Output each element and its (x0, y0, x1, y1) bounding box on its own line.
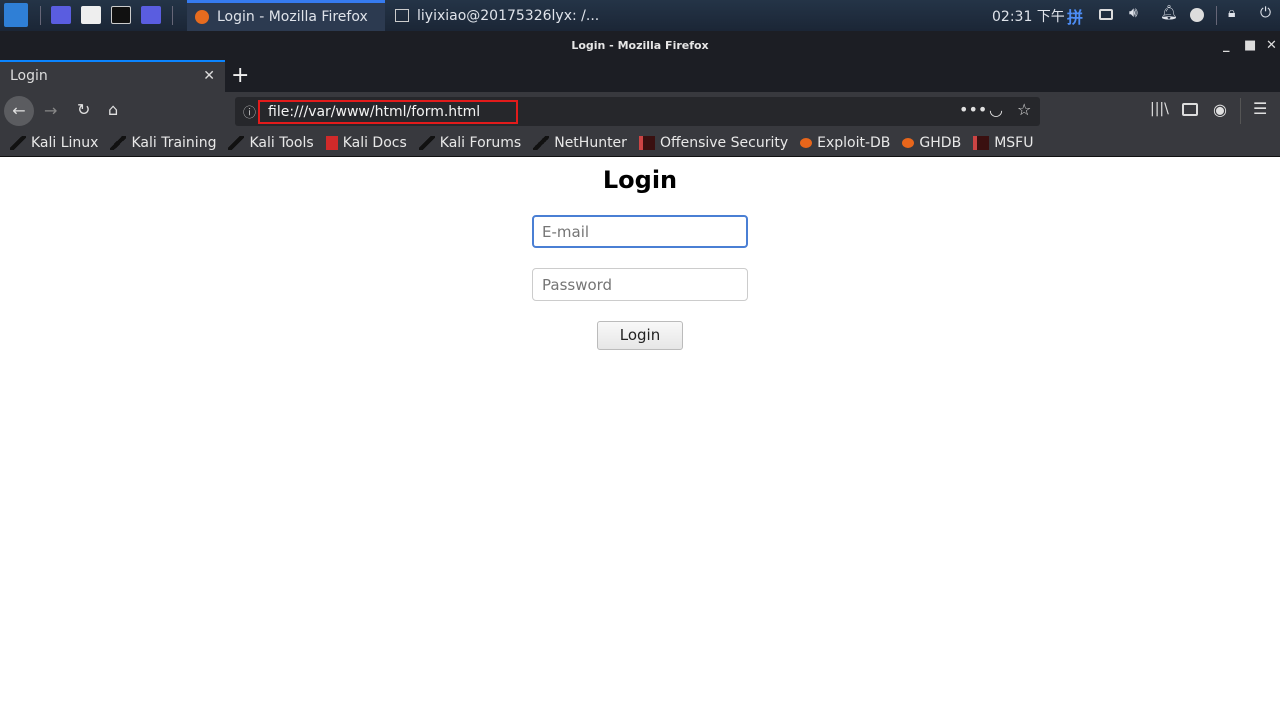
reload-button[interactable]: ↻ (77, 100, 90, 119)
page-content: Login Login (0, 158, 1280, 720)
bookmark-kali-linux[interactable]: Kali Linux (10, 135, 98, 151)
kali-menu-icon[interactable] (4, 3, 28, 27)
new-tab-button[interactable]: + (231, 63, 249, 88)
info-icon[interactable]: ⓘ (243, 102, 256, 121)
bookmark-nethunter[interactable]: NetHunter (533, 135, 627, 151)
volume-icon[interactable]: 🔊︎ (1129, 5, 1138, 21)
exploit-db-icon (800, 138, 813, 148)
tab-strip: Login ✕ + (0, 60, 1280, 92)
power-manager-icon[interactable] (1190, 8, 1204, 22)
input-method-icon[interactable]: 拼 (1067, 4, 1083, 28)
minimize-button[interactable]: _ (1223, 31, 1230, 60)
page-title: Login (602, 166, 678, 194)
bookmark-kali-tools[interactable]: Kali Tools (228, 135, 314, 151)
bookmark-kali-forums[interactable]: Kali Forums (418, 135, 522, 151)
bookmark-kali-training[interactable]: Kali Training (110, 135, 216, 151)
window-titlebar: Login - Mozilla Firefox _ ■ ✕ (0, 31, 1280, 60)
logout-icon[interactable]: ⏻ (1260, 5, 1271, 21)
close-tab-icon[interactable]: ✕ (203, 68, 215, 84)
lock-icon[interactable]: 🔒︎ (1228, 5, 1235, 21)
task-firefox[interactable]: Login - Mozilla Firefox (187, 0, 385, 31)
notification-bell-icon[interactable]: 🔔︎ (1160, 5, 1178, 21)
task-label: Login - Mozilla Firefox (217, 9, 368, 25)
bookmark-label: Kali Tools (249, 135, 314, 151)
bookmark-label: MSFU (994, 135, 1034, 151)
password-input[interactable] (532, 268, 748, 301)
file-manager-icon[interactable] (81, 6, 101, 24)
offsec-icon (638, 136, 655, 150)
email-input[interactable] (532, 215, 748, 248)
separator (40, 6, 41, 25)
sidebar-icon[interactable] (1182, 103, 1198, 116)
pocket-icon[interactable]: ◡ (989, 100, 1003, 119)
kali-dragon-icon (228, 136, 245, 150)
bookmark-star-icon[interactable]: ☆ (1017, 100, 1031, 119)
bookmark-label: Kali Training (131, 135, 217, 151)
account-icon[interactable]: ◉ (1213, 100, 1227, 119)
separator (1240, 98, 1241, 124)
ghdb-icon (902, 138, 915, 148)
task-label: liyixiao@20175326lyx: /... (417, 7, 600, 24)
window-title: Login - Mozilla Firefox (571, 39, 709, 52)
task-terminal[interactable]: liyixiao@20175326lyx: /... (387, 0, 607, 31)
nav-toolbar: ← → ↻ ⌂ ⓘ ••• ◡ ☆ file:///var/www/html/f… (0, 92, 1280, 130)
bookmark-offensive-security[interactable]: Offensive Security (638, 135, 789, 151)
maximize-button[interactable]: ■ (1244, 31, 1256, 60)
bookmark-label: NetHunter (554, 135, 627, 151)
display-icon[interactable] (1099, 9, 1113, 20)
kali-dragon-icon (533, 136, 550, 150)
bookmark-label: Exploit-DB (817, 135, 891, 151)
login-button[interactable]: Login (597, 321, 683, 350)
bookmark-label: Offensive Security (659, 135, 789, 151)
home-button[interactable]: ⌂ (108, 100, 118, 119)
bookmark-exploit-db[interactable]: Exploit-DB (800, 135, 890, 151)
bookmark-label: Kali Forums (439, 135, 522, 151)
docs-icon (325, 136, 338, 150)
separator (172, 6, 173, 25)
show-desktop-icon[interactable] (51, 6, 71, 24)
bookmark-label: Kali Linux (31, 135, 99, 151)
terminal-icon (395, 9, 409, 22)
tab-label: Login (10, 68, 48, 84)
library-icon[interactable]: |||\ (1150, 101, 1169, 117)
bookmark-ghdb[interactable]: GHDB (902, 135, 961, 151)
tab-login[interactable]: Login ✕ (0, 60, 225, 92)
back-button[interactable]: ← (4, 96, 34, 126)
kali-dragon-icon (418, 136, 435, 150)
separator (1216, 6, 1217, 25)
bookmarks-toolbar: Kali Linux Kali Training Kali Tools Kali… (0, 130, 1280, 157)
bookmark-label: Kali Docs (342, 135, 407, 151)
close-window-button[interactable]: ✕ (1266, 31, 1277, 60)
kali-dragon-icon (110, 136, 127, 150)
page-actions-icon[interactable]: ••• (959, 100, 987, 119)
kali-dragon-icon (10, 136, 26, 150)
terminal-icon[interactable] (111, 6, 131, 24)
bookmark-msfu[interactable]: MSFU (973, 135, 1033, 151)
bookmark-kali-docs[interactable]: Kali Docs (325, 135, 407, 151)
offsec-icon (973, 136, 990, 150)
firefox-icon (195, 10, 209, 24)
menu-icon[interactable]: ☰ (1253, 99, 1267, 118)
clock[interactable]: 02:31 下午 (992, 6, 1065, 26)
screen-recorder-icon[interactable] (141, 6, 161, 24)
system-taskbar: Login - Mozilla Firefox liyixiao@2017532… (0, 0, 1280, 31)
url-text[interactable]: file:///var/www/html/form.html (258, 100, 518, 124)
bookmark-label: GHDB (919, 135, 962, 151)
forward-button[interactable]: → (44, 101, 57, 120)
